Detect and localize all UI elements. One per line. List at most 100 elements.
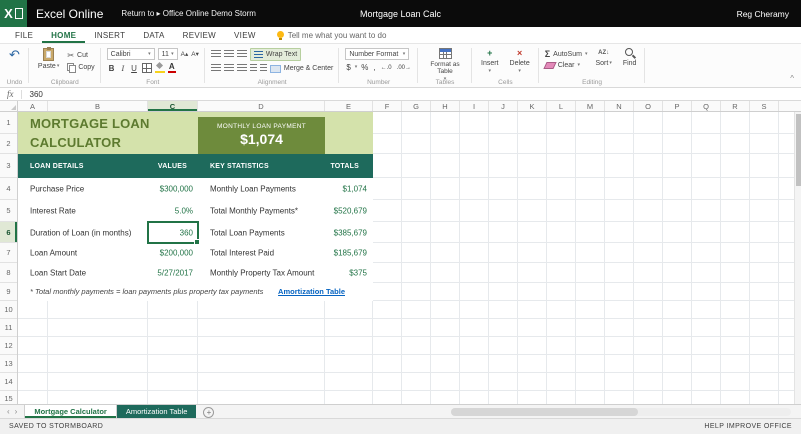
column-header-B[interactable]: B <box>48 101 148 111</box>
align-bottom-icon[interactable] <box>237 50 247 59</box>
loan-detail-value[interactable]: 5.0% <box>98 207 193 216</box>
loan-detail-value[interactable]: 5/27/2017 <box>98 269 193 278</box>
number-format-select[interactable]: Number Format ▾ <box>345 48 409 60</box>
row-header-11[interactable]: 11 <box>0 319 17 337</box>
grow-font-button[interactable]: A▴ <box>181 50 189 58</box>
column-header-O[interactable]: O <box>634 101 663 111</box>
user-name[interactable]: Reg Cheramy <box>737 9 801 19</box>
select-all-corner[interactable] <box>0 101 18 111</box>
row-header-6[interactable]: 6 <box>0 222 17 243</box>
row-header-10[interactable]: 10 <box>0 301 17 319</box>
row-header-5[interactable]: 5 <box>0 200 17 222</box>
column-header-K[interactable]: K <box>518 101 547 111</box>
sheet-tab-amortization-table[interactable]: Amortization Table <box>117 405 197 418</box>
ribbon-tab-file[interactable]: FILE <box>6 27 42 43</box>
shrink-font-button[interactable]: A▾ <box>191 50 199 58</box>
font-color-button[interactable]: A <box>168 63 176 73</box>
column-header-H[interactable]: H <box>431 101 460 111</box>
currency-button[interactable]: $ <box>345 63 351 72</box>
font-name-select[interactable]: Calibri ▾ <box>107 48 155 60</box>
column-header-M[interactable]: M <box>576 101 605 111</box>
column-header-C[interactable]: C <box>148 101 198 111</box>
collapse-ribbon-button[interactable]: ^ <box>790 74 794 83</box>
row-header-15[interactable]: 15 <box>0 391 17 404</box>
clear-button[interactable]: Clear ▾ <box>545 62 588 69</box>
row-header-12[interactable]: 12 <box>0 337 17 355</box>
align-right-icon[interactable] <box>237 64 247 73</box>
help-improve-office-link[interactable]: HELP IMPROVE OFFICE <box>704 423 792 430</box>
row-header-1[interactable]: 1 <box>0 112 17 134</box>
column-header-L[interactable]: L <box>547 101 576 111</box>
column-header-P[interactable]: P <box>663 101 692 111</box>
column-header-J[interactable]: J <box>489 101 518 111</box>
bold-button[interactable]: B <box>107 64 117 73</box>
column-header-Q[interactable]: Q <box>692 101 721 111</box>
delete-button[interactable]: × Delete ▾ <box>507 48 533 74</box>
decrease-indent-icon[interactable] <box>250 64 257 73</box>
add-sheet-button[interactable]: + <box>203 407 214 418</box>
sheet-tab-mortgage-calculator[interactable]: Mortgage Calculator <box>24 405 117 418</box>
horizontal-scrollbar-thumb[interactable] <box>451 408 638 416</box>
format-as-table-button[interactable]: Format as Table ▾ <box>424 48 466 82</box>
key-statistic-total[interactable]: $185,679 <box>334 249 367 258</box>
find-button[interactable]: Find <box>620 48 640 67</box>
selected-cell-C6[interactable] <box>147 221 199 244</box>
key-statistic-total[interactable]: $1,074 <box>343 185 367 194</box>
column-header-N[interactable]: N <box>605 101 634 111</box>
vertical-scrollbar-thumb[interactable] <box>796 114 801 186</box>
row-header-7[interactable]: 7 <box>0 243 17 263</box>
row-header-3[interactable]: 3 <box>0 154 17 178</box>
ribbon-tab-home[interactable]: HOME <box>42 27 85 43</box>
row-header-13[interactable]: 13 <box>0 355 17 373</box>
align-middle-icon[interactable] <box>224 50 234 59</box>
insert-button[interactable]: + Insert ▾ <box>478 48 502 74</box>
comma-style-button[interactable]: , <box>372 63 376 72</box>
fill-color-button[interactable] <box>155 63 165 73</box>
column-header-F[interactable]: F <box>373 101 402 111</box>
row-header-9[interactable]: 9 <box>0 283 17 301</box>
italic-button[interactable]: I <box>119 64 126 73</box>
column-header-R[interactable]: R <box>721 101 750 111</box>
undo-button[interactable]: ↶ <box>6 48 23 61</box>
return-link[interactable]: Return to ▸ Office Online Demo Storm <box>121 9 256 18</box>
row-header-8[interactable]: 8 <box>0 263 17 283</box>
align-top-icon[interactable] <box>211 50 221 59</box>
ribbon-tab-data[interactable]: DATA <box>134 27 173 43</box>
ribbon-tab-review[interactable]: REVIEW <box>174 27 225 43</box>
align-center-icon[interactable] <box>224 64 234 73</box>
key-statistic-total[interactable]: $375 <box>349 269 367 278</box>
column-header-I[interactable]: I <box>460 101 489 111</box>
increase-indent-icon[interactable] <box>260 64 267 73</box>
increase-decimal-button[interactable]: ←.0 <box>380 65 393 71</box>
row-header-4[interactable]: 4 <box>0 178 17 200</box>
align-left-icon[interactable] <box>211 64 221 73</box>
amortization-table-link[interactable]: Amortization Table <box>278 287 345 296</box>
paste-button[interactable]: Paste ▾ <box>35 48 62 70</box>
horizontal-scrollbar[interactable] <box>451 408 791 416</box>
row-header-14[interactable]: 14 <box>0 373 17 391</box>
column-header-A[interactable]: A <box>18 101 48 111</box>
cut-button[interactable]: ✂ Cut <box>67 51 94 60</box>
cells-area[interactable]: MORTGAGE LOAN CALCULATOR MONTHLY LOAN PA… <box>18 112 801 404</box>
ribbon-tab-insert[interactable]: INSERT <box>85 27 134 43</box>
document-title[interactable]: Mortgage Loan Calc <box>0 9 801 19</box>
loan-detail-value[interactable]: $300,000 <box>98 185 193 194</box>
loan-detail-value[interactable]: $200,000 <box>98 249 193 258</box>
underline-button[interactable]: U <box>129 64 139 73</box>
tell-me-box[interactable]: Tell me what you want to do <box>277 27 387 43</box>
copy-button[interactable]: Copy <box>67 63 94 72</box>
column-header-D[interactable]: D <box>198 101 325 111</box>
row-header-2[interactable]: 2 <box>0 134 17 154</box>
autosum-button[interactable]: Σ AutoSum ▾ <box>545 50 588 59</box>
decrease-decimal-button[interactable]: .00→ <box>396 65 412 71</box>
column-header-G[interactable]: G <box>402 101 431 111</box>
formula-input[interactable]: 360 <box>22 90 43 99</box>
ribbon-tab-view[interactable]: VIEW <box>225 27 265 43</box>
percent-button[interactable]: % <box>360 63 369 72</box>
sheet-nav-next-icon[interactable]: › <box>15 407 18 416</box>
monthly-payment-cell[interactable]: MONTHLY LOAN PAYMENT $1,074 <box>198 117 325 154</box>
sheet-nav-prev-icon[interactable]: ‹ <box>7 407 10 416</box>
column-header-S[interactable]: S <box>750 101 779 111</box>
merge-center-button[interactable]: Merge & Center <box>270 65 333 73</box>
sort-button[interactable]: AZ↓ Sort ▾ <box>592 48 614 67</box>
